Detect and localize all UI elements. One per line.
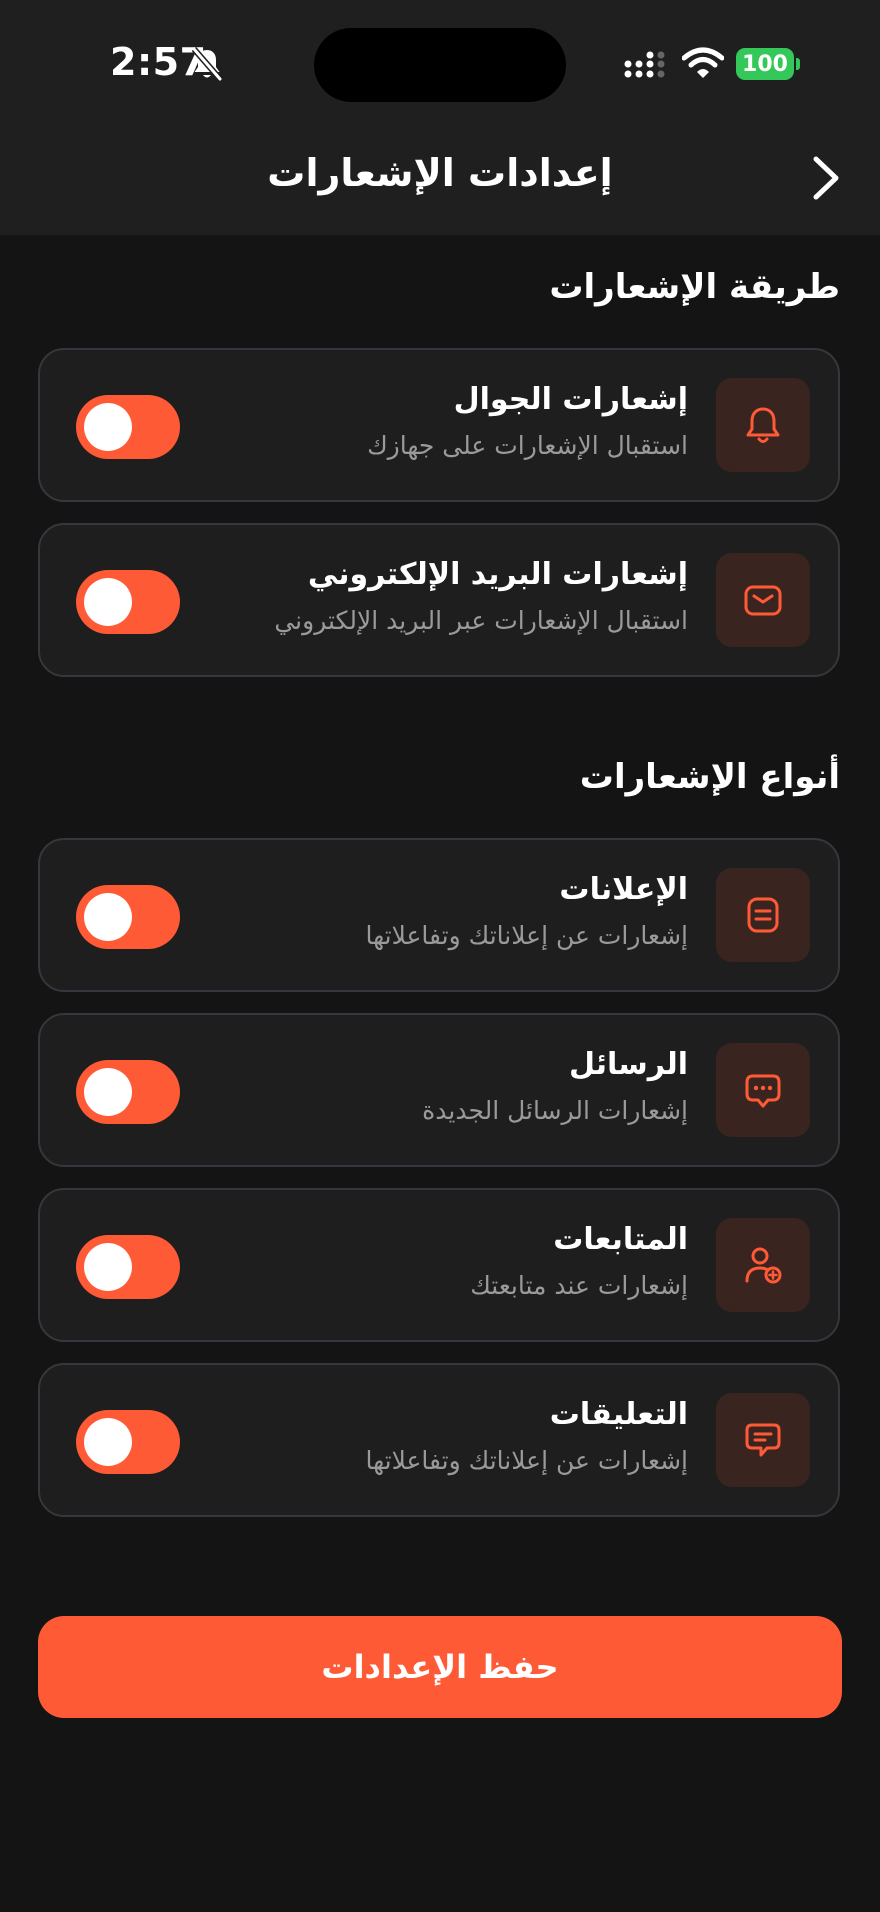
toggle-knob [84,403,132,451]
dynamic-island [314,28,566,102]
card-subtitle: إشعارات عن إعلاناتك وتفاعلاتها [365,921,688,950]
setting-card-email: إشعارات البريد الإلكتروني استقبال الإشعا… [38,523,840,677]
setting-card-mobile: إشعارات الجوال استقبال الإشعارات على جها… [38,348,840,502]
email-notifications-toggle[interactable] [76,570,180,634]
card-title: الرسائل [568,1047,688,1082]
card-icon-box [716,1393,810,1487]
top-bar: 2:57 100 إعدادات الإشعارات [0,0,880,235]
chevron-right-icon [813,156,839,200]
toggle-knob [84,1243,132,1291]
bell-icon [746,407,780,443]
messages-notifications-toggle[interactable] [76,1060,180,1124]
setting-card-ads: الإعلانات إشعارات عن إعلاناتك وتفاعلاتها [38,838,840,992]
battery-indicator: 100 [736,48,794,80]
toggle-knob [84,893,132,941]
toggle-knob [84,1068,132,1116]
setting-card-follows: المتابعات إشعارات عند متابعتك [38,1188,840,1342]
toggle-knob [84,1418,132,1466]
back-button[interactable] [800,150,852,206]
signal-icon [624,51,665,78]
bell-off-icon [191,47,223,81]
comment-icon [745,1423,781,1457]
card-icon-box [716,553,810,647]
card-icon-box [716,1043,810,1137]
section-title-types: أنواع الإشعارات [579,757,840,797]
section-title-method: طريقة الإشعارات [549,267,840,307]
ads-notifications-toggle[interactable] [76,885,180,949]
card-icon-box [716,868,810,962]
battery-tip [796,58,800,70]
card-icon-box [716,1218,810,1312]
card-title: الإعلانات [559,872,688,907]
ads-icon [747,897,779,933]
mail-icon [744,585,782,616]
follows-notifications-toggle[interactable] [76,1235,180,1299]
wifi-icon [682,47,724,78]
card-title: إشعارات الجوال [453,382,688,417]
notification-settings-screen: 2:57 100 إعدادات الإشعارات طريقة الإشعار… [0,0,880,1912]
card-subtitle: إشعارات الرسائل الجديدة [422,1096,688,1125]
page-title: إعدادات الإشعارات [267,151,613,195]
toggle-knob [84,578,132,626]
setting-card-messages: الرسائل إشعارات الرسائل الجديدة [38,1013,840,1167]
card-subtitle: إشعارات عن إعلاناتك وتفاعلاتها [365,1446,688,1475]
chat-bubble-icon [745,1074,781,1108]
comments-notifications-toggle[interactable] [76,1410,180,1474]
user-add-icon [745,1247,782,1284]
card-subtitle: إشعارات عند متابعتك [470,1271,688,1300]
card-icon-box [716,378,810,472]
card-title: المتابعات [553,1222,688,1257]
card-subtitle: استقبال الإشعارات على جهازك [367,431,688,460]
setting-card-comments: التعليقات إشعارات عن إعلاناتك وتفاعلاتها [38,1363,840,1517]
mobile-notifications-toggle[interactable] [76,395,180,459]
save-settings-button[interactable]: حفظ الإعدادات [38,1616,842,1718]
card-title: إشعارات البريد الإلكتروني [307,557,688,592]
card-subtitle: استقبال الإشعارات عبر البريد الإلكتروني [274,606,688,635]
card-title: التعليقات [549,1397,688,1432]
